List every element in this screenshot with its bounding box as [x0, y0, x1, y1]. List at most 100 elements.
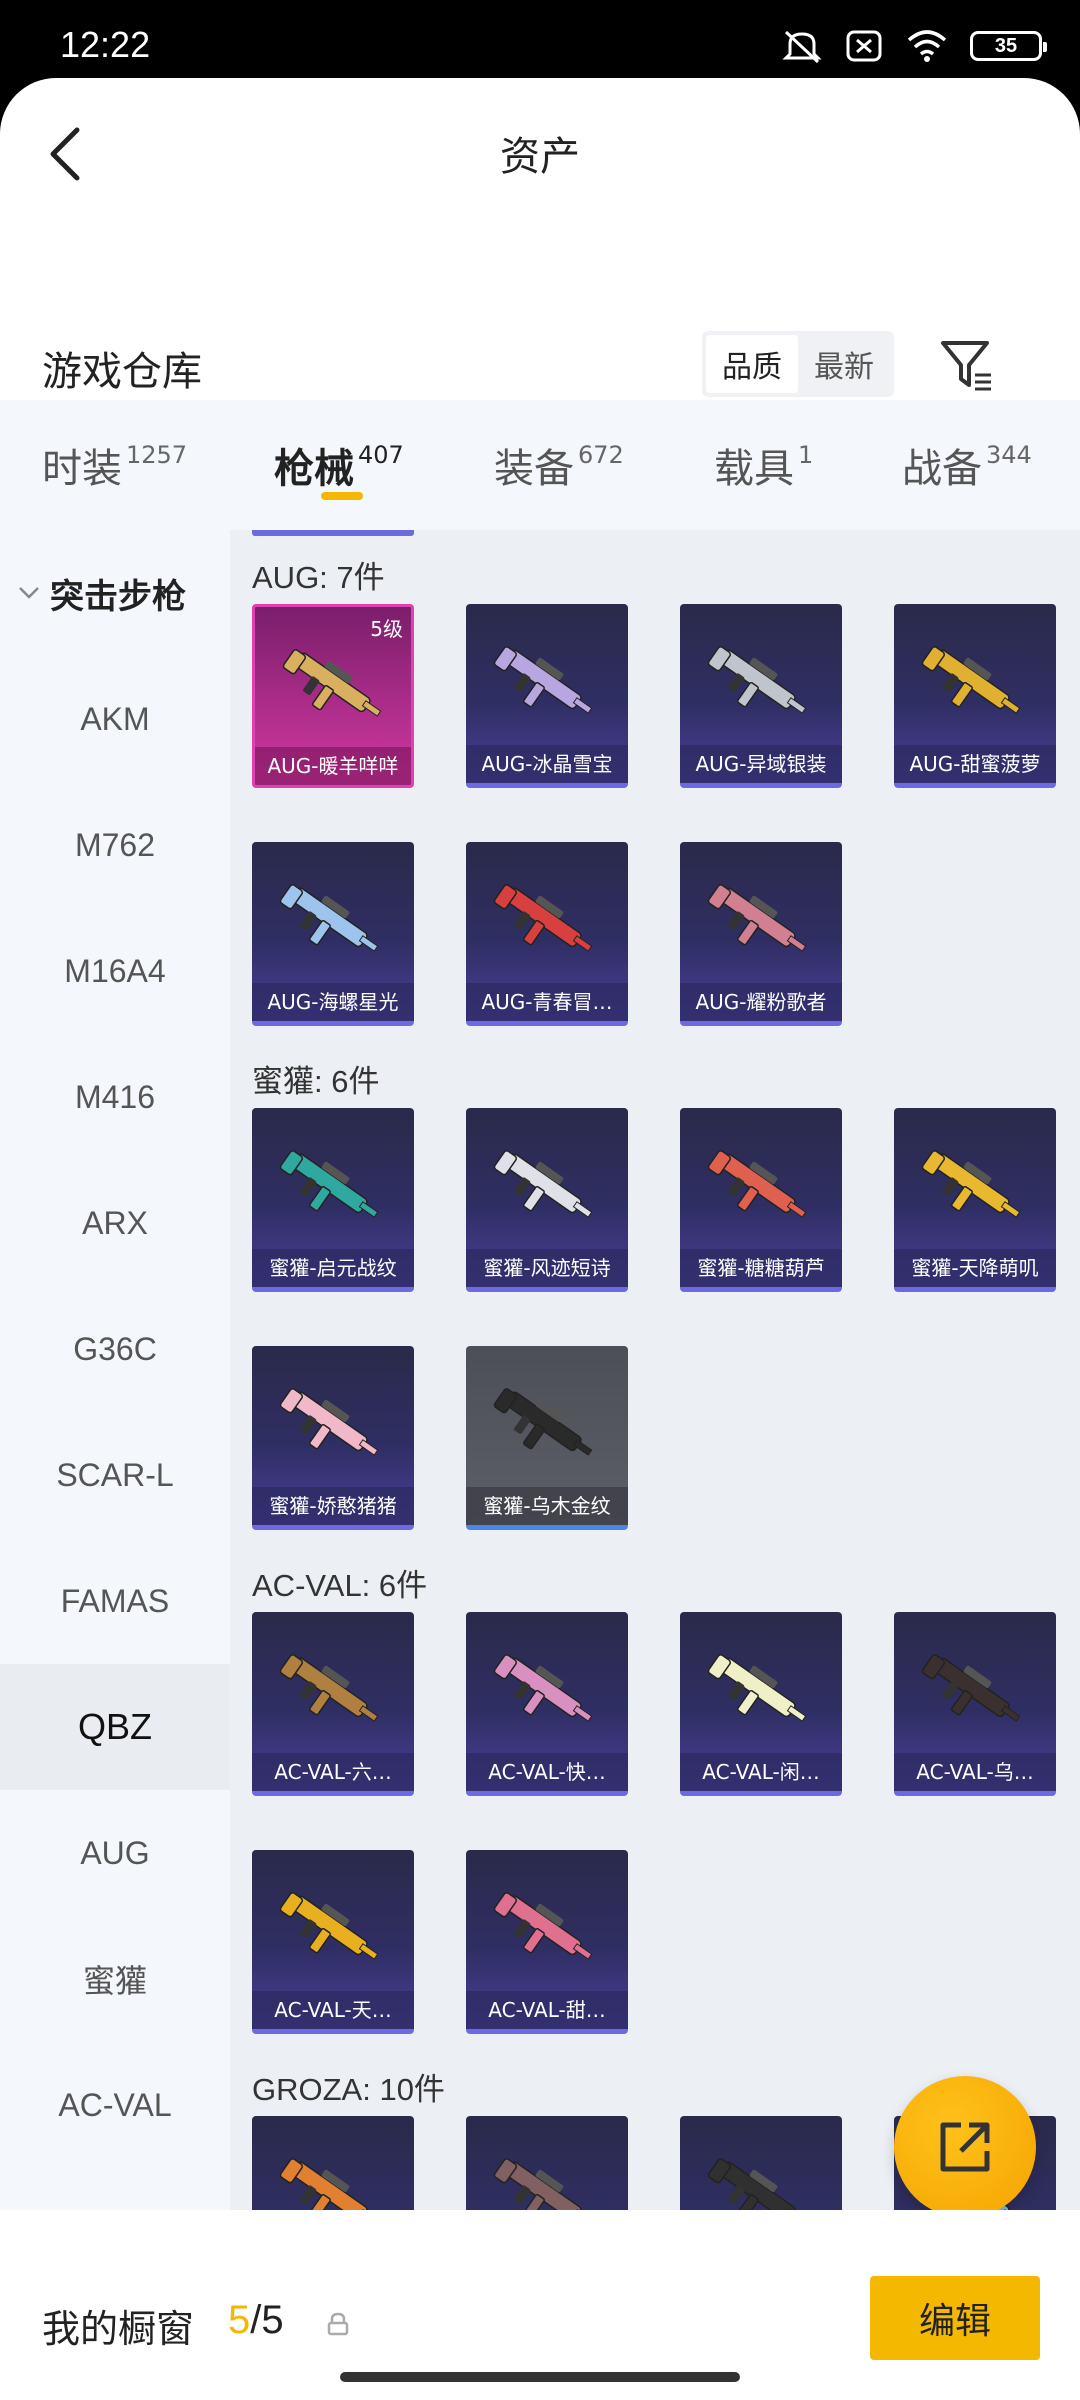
- gun-image: [278, 1636, 388, 1746]
- group-label: AC-VAL: 6件: [252, 1568, 428, 1603]
- chevron-down-icon: [19, 587, 39, 599]
- tab-count: 407: [358, 441, 404, 469]
- weapon-card[interactable]: AUG-耀粉歌者: [680, 842, 842, 1026]
- filter-icon: [941, 341, 991, 391]
- sidebar-item-g36c[interactable]: G36C: [0, 1286, 230, 1412]
- sidebar-item-famas[interactable]: FAMAS: [0, 1538, 230, 1664]
- weapon-name: AUG-甜蜜菠萝: [894, 745, 1056, 783]
- weapon-name: AUG-暖羊咩咩: [255, 747, 411, 785]
- weapon-card[interactable]: 蜜獾-糖糖葫芦: [680, 1108, 842, 1292]
- weapon-card[interactable]: AUG-海螺星光: [252, 842, 414, 1026]
- group-label: GROZA: 10件: [252, 2072, 445, 2107]
- weapon-card[interactable]: AC-VAL-闲…: [680, 1612, 842, 1796]
- gun-image: [492, 1132, 602, 1242]
- tab-equipment[interactable]: 装备 672: [494, 400, 624, 530]
- status-time: 12:22: [60, 24, 151, 65]
- sidebar-group-label: 突击步枪: [50, 576, 186, 617]
- sort-newest-button[interactable]: 最新: [798, 335, 890, 393]
- weapon-card[interactable]: AUG-青春冒…: [466, 842, 628, 1026]
- weapon-card[interactable]: [680, 2116, 842, 2210]
- weapon-card[interactable]: 蜜獾-启元战纹: [252, 1108, 414, 1292]
- gun-image: [492, 2140, 602, 2210]
- weapon-card[interactable]: 蜜獾-乌木金纹: [466, 1346, 628, 1530]
- share-button[interactable]: [894, 2076, 1036, 2218]
- weapon-name: AC-VAL-天…: [252, 1991, 414, 2029]
- share-icon: [940, 2122, 990, 2172]
- status-icons: 35: [782, 28, 1047, 64]
- tab-fashion[interactable]: 时装 1257: [42, 400, 187, 530]
- sidebar-item-akm[interactable]: AKM: [0, 656, 230, 782]
- battery-icon: 35: [970, 31, 1047, 61]
- weapon-name: AC-VAL-闲…: [680, 1753, 842, 1791]
- sort-quality-button[interactable]: 品质: [706, 335, 798, 393]
- sort-toggle: 品质 最新: [702, 331, 894, 397]
- page-title: 资产: [500, 134, 580, 180]
- weapon-name: AUG-异域银装: [680, 745, 842, 783]
- tab-vehicles[interactable]: 载具 1: [714, 400, 813, 530]
- weapon-card[interactable]: AUG-甜蜜菠萝: [894, 604, 1056, 788]
- sidebar-item-m416[interactable]: M416: [0, 1034, 230, 1160]
- gun-image: [492, 1874, 602, 1984]
- sidebar-item-m16a4[interactable]: M16A4: [0, 908, 230, 1034]
- sidebar-item-qbz[interactable]: QBZ: [0, 1664, 230, 1790]
- tab-count: 1257: [126, 441, 188, 469]
- tab-guns[interactable]: 枪械 407: [274, 400, 404, 530]
- weapon-name: AC-VAL-甜…: [466, 1991, 628, 2029]
- gun-image: [920, 628, 1030, 738]
- sidebar-item-scar-l[interactable]: SCAR-L: [0, 1412, 230, 1538]
- gun-image: [278, 1132, 388, 1242]
- gun-image: [492, 628, 602, 738]
- sidebar-group-assault-rifles[interactable]: 突击步枪: [0, 530, 230, 656]
- weapon-card[interactable]: AC-VAL-乌…: [894, 1612, 1056, 1796]
- home-indicator: [340, 2372, 740, 2382]
- sidebar-item-m762[interactable]: M762: [0, 782, 230, 908]
- weapon-name: 蜜獾-娇憨猪猪: [252, 1487, 414, 1525]
- weapon-card[interactable]: [252, 2116, 414, 2210]
- weapon-card[interactable]: AC-VAL-天…: [252, 1850, 414, 2034]
- weapon-card[interactable]: 5级 AUG-暖羊咩咩: [252, 604, 414, 788]
- tab-count: 344: [986, 441, 1032, 469]
- weapon-card[interactable]: [466, 2116, 628, 2210]
- tab-combat-gear[interactable]: 战备 344: [902, 400, 1032, 530]
- weapon-sidebar: 突击步枪 AKM M762 M16A4 M416 ARX G36C SCAR-L…: [0, 530, 230, 2210]
- gun-image: [706, 866, 816, 976]
- weapon-name: AUG-耀粉歌者: [680, 983, 842, 1021]
- weapon-name: AC-VAL-快…: [466, 1753, 628, 1791]
- mute-icon: [782, 28, 822, 64]
- weapon-name: 蜜獾-糖糖葫芦: [680, 1249, 842, 1287]
- weapon-card[interactable]: AC-VAL-六…: [252, 1612, 414, 1796]
- weapon-name: AUG-海螺星光: [252, 983, 414, 1021]
- gun-image: [492, 1370, 602, 1480]
- weapon-name: AUG-青春冒…: [466, 983, 628, 1021]
- showcase-total: /5: [250, 2298, 284, 2342]
- sidebar-item-honey-badger[interactable]: 蜜獾: [0, 1916, 230, 2042]
- weapon-card[interactable]: 蜜獾-娇憨猪猪: [252, 1346, 414, 1530]
- tab-label: 战备: [902, 446, 982, 492]
- gun-image: [706, 1636, 816, 1746]
- sidebar-item-arx[interactable]: ARX: [0, 1160, 230, 1286]
- gun-image: [492, 1636, 602, 1746]
- weapon-card[interactable]: AUG-冰晶雪宝: [466, 604, 628, 788]
- sidebar-item-ac-val[interactable]: AC-VAL: [0, 2042, 230, 2168]
- weapon-card[interactable]: AC-VAL-甜…: [466, 1850, 628, 2034]
- gun-image: [278, 1874, 388, 1984]
- gun-image: [278, 2140, 388, 2210]
- tab-label: 时装: [42, 446, 122, 492]
- no-sim-icon: [844, 28, 884, 64]
- gun-image: [706, 1132, 816, 1242]
- gun-image: [281, 631, 391, 741]
- tab-count: 672: [578, 441, 624, 469]
- gun-image: [706, 628, 816, 738]
- gun-image: [278, 1370, 388, 1480]
- gun-image: [492, 866, 602, 976]
- sidebar-item-aug[interactable]: AUG: [0, 1790, 230, 1916]
- weapon-card[interactable]: AUG-异域银装: [680, 604, 842, 788]
- weapon-card[interactable]: 蜜獾-风迹短诗: [466, 1108, 628, 1292]
- level-badge: 5级: [370, 617, 403, 641]
- weapon-name: AC-VAL-乌…: [894, 1753, 1056, 1791]
- edit-button[interactable]: 编辑: [870, 2276, 1040, 2360]
- weapon-card[interactable]: 蜜獾-天降萌叽: [894, 1108, 1056, 1292]
- showcase-label: 我的橱窗: [42, 2307, 195, 2351]
- weapon-card[interactable]: AC-VAL-快…: [466, 1612, 628, 1796]
- filter-button[interactable]: [935, 333, 999, 397]
